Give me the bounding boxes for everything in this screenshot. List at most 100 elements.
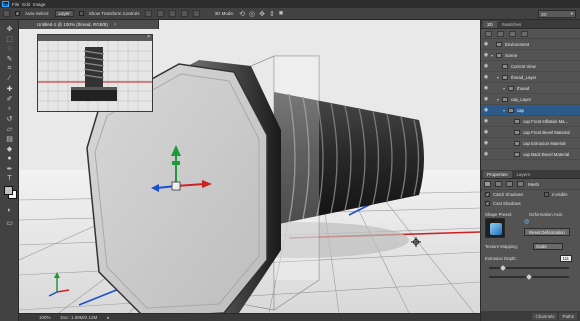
rotate-3d-icon[interactable]: ⟲ — [239, 10, 245, 18]
cast-shadows-checkbox[interactable]: ✓ — [485, 201, 490, 206]
tab-swatches[interactable]: Swatches — [498, 21, 526, 28]
scene-item-type-icon — [508, 85, 514, 91]
eye-icon[interactable]: ◉ — [481, 140, 491, 146]
invisible-label: Invisible — [552, 192, 568, 197]
eye-icon[interactable]: ◉ — [481, 151, 491, 157]
shape-preset-thumbnail[interactable] — [485, 218, 505, 238]
extrusion-depth-slider[interactable] — [481, 263, 580, 273]
foreground-color-swatch[interactable] — [4, 186, 13, 195]
align-top-icon[interactable] — [144, 10, 152, 17]
eyedropper-icon[interactable]: ⁄ — [5, 74, 14, 83]
navigator-preview[interactable]: × — [37, 34, 153, 112]
menu-file[interactable]: File — [12, 2, 19, 7]
tab-paths[interactable]: Paths — [559, 312, 577, 320]
eye-icon[interactable]: ◉ — [481, 74, 491, 80]
quick-select-icon[interactable]: ✎ — [5, 54, 14, 63]
deform-icon[interactable] — [495, 181, 502, 187]
scene-list-item[interactable]: ◉ ▾ thread_Layer — [481, 72, 580, 83]
eye-icon[interactable]: ◉ — [481, 129, 491, 135]
cap-icon[interactable] — [506, 181, 513, 187]
eye-icon[interactable]: ◉ — [481, 52, 491, 58]
meshes-icon[interactable] — [497, 30, 504, 37]
align-left-icon[interactable] — [180, 10, 188, 17]
tab-layers[interactable]: Layers — [513, 171, 535, 178]
align-center-icon[interactable] — [192, 10, 200, 17]
document-size: Doc: 1.59M/2.12M — [60, 315, 98, 320]
eye-icon[interactable]: ◉ — [481, 96, 491, 102]
catch-shadows-checkbox[interactable]: ✓ — [485, 192, 490, 197]
brush-tool-icon[interactable]: ✐ — [5, 94, 14, 103]
eye-icon[interactable]: ◉ — [481, 118, 491, 124]
clone-stamp-icon[interactable]: ♁ — [5, 104, 14, 113]
eye-icon[interactable]: ◉ — [481, 41, 491, 47]
scene-list-item[interactable]: ◉ cap Front Inflation Ma... — [481, 116, 580, 127]
scene-list-item[interactable]: ◉ ▾ cap — [481, 105, 580, 116]
eye-icon[interactable]: ◉ — [481, 63, 491, 69]
scene-list-item[interactable]: ◉ ▾ Scene — [481, 50, 580, 61]
deformation-axis-icon[interactable]: ◎ — [524, 218, 570, 225]
scene-list-item[interactable]: ◉ Current View — [481, 61, 580, 72]
crop-tool-icon[interactable]: ⌗ — [5, 64, 14, 73]
chevron-right-icon[interactable]: ▸ — [107, 315, 109, 321]
coordinates-icon[interactable] — [517, 181, 524, 187]
scene-item-type-icon — [514, 118, 520, 124]
extrusion-depth-input[interactable]: 111 — [559, 255, 572, 262]
scene-list-item[interactable]: ◉ Environment — [481, 39, 580, 50]
pen-tool-icon[interactable]: ✒ — [5, 164, 14, 173]
scene-list-item[interactable]: ◉ cap Back Bevel Material — [481, 149, 580, 160]
invisible-checkbox[interactable] — [544, 192, 550, 197]
slide-3d-icon[interactable]: ⇕ — [269, 10, 275, 18]
eye-icon[interactable]: ◉ — [481, 85, 491, 91]
scale-3d-icon[interactable]: ■ — [279, 10, 283, 17]
healing-brush-icon[interactable]: ✚ — [5, 84, 14, 93]
whole-scene-icon[interactable] — [485, 30, 492, 37]
gradient-tool-icon[interactable]: ▤ — [5, 134, 14, 143]
scene-list-item[interactable]: ◉ ▾ thread — [481, 83, 580, 94]
workspace-switcher[interactable]: 3D ▾ — [538, 10, 576, 18]
eye-icon[interactable]: ◉ — [481, 107, 491, 113]
properties-tabs: Properties Layers — [481, 170, 580, 179]
scene-list-item[interactable]: ◉ cap Front Bevel Material — [481, 127, 580, 138]
screen-mode-icon[interactable]: ▭ — [5, 218, 14, 227]
texture-mapping-dropdown[interactable]: Scale — [532, 243, 563, 250]
scene-list-item[interactable]: ◉ cap Extrusion Material — [481, 138, 580, 149]
align-bottom-icon[interactable] — [168, 10, 176, 17]
scene-item-type-icon — [514, 140, 520, 146]
drag-3d-icon[interactable]: ✥ — [259, 10, 265, 18]
menu-image[interactable]: Image — [33, 2, 46, 7]
scene-item-label: cap Back Bevel Material — [523, 151, 570, 157]
eraser-icon[interactable]: ▱ — [5, 124, 14, 133]
quick-mask-icon[interactable]: ◐ — [5, 206, 14, 215]
move-tool-icon[interactable]: ✥ — [5, 24, 14, 33]
close-icon[interactable]: × — [147, 34, 150, 40]
cast-shadows-row: ✓ Cast Shadows — [481, 199, 580, 208]
tab-properties[interactable]: Properties — [483, 171, 512, 178]
secondary-slider[interactable] — [481, 273, 580, 281]
close-icon[interactable]: × — [114, 22, 117, 28]
marquee-tool-icon[interactable]: ⬚ — [5, 34, 14, 43]
move-tool-preset-icon[interactable] — [3, 10, 10, 17]
show-transform-checkbox[interactable] — [78, 11, 84, 16]
scene-item-label: cap_Layer — [511, 96, 532, 102]
roll-3d-icon[interactable]: ◎ — [249, 10, 255, 18]
auto-select-dropdown[interactable]: Layer — [54, 10, 74, 17]
document-tab[interactable]: Untitled-1 @ 100% (thread, RGB/8) × — [19, 20, 159, 29]
align-middle-icon[interactable] — [156, 10, 164, 17]
mesh-icon[interactable] — [484, 181, 491, 187]
lasso-tool-icon[interactable]: ◌ — [5, 44, 14, 53]
auto-select-checkbox[interactable]: ✓ — [15, 11, 20, 16]
auto-select-label: Auto-Select: — [25, 11, 50, 16]
lights-icon[interactable] — [521, 30, 528, 37]
scene-list-item[interactable]: ◉ ▾ cap_Layer — [481, 94, 580, 105]
gizmo-center — [171, 181, 181, 191]
blur-tool-icon[interactable]: ◆ — [5, 144, 14, 153]
tab-channels[interactable]: Channels — [532, 312, 558, 320]
zoom-level[interactable]: 100% — [39, 315, 51, 320]
history-brush-icon[interactable]: ↺ — [5, 114, 14, 123]
reset-deformation-button[interactable]: Reset Deformation — [524, 228, 570, 236]
menu-edit[interactable]: Edit — [22, 2, 30, 7]
tab-3d[interactable]: 3D — [483, 21, 497, 28]
dodge-tool-icon[interactable]: ● — [5, 154, 14, 163]
type-tool-icon[interactable]: T — [5, 174, 14, 183]
materials-icon[interactable] — [509, 30, 516, 37]
